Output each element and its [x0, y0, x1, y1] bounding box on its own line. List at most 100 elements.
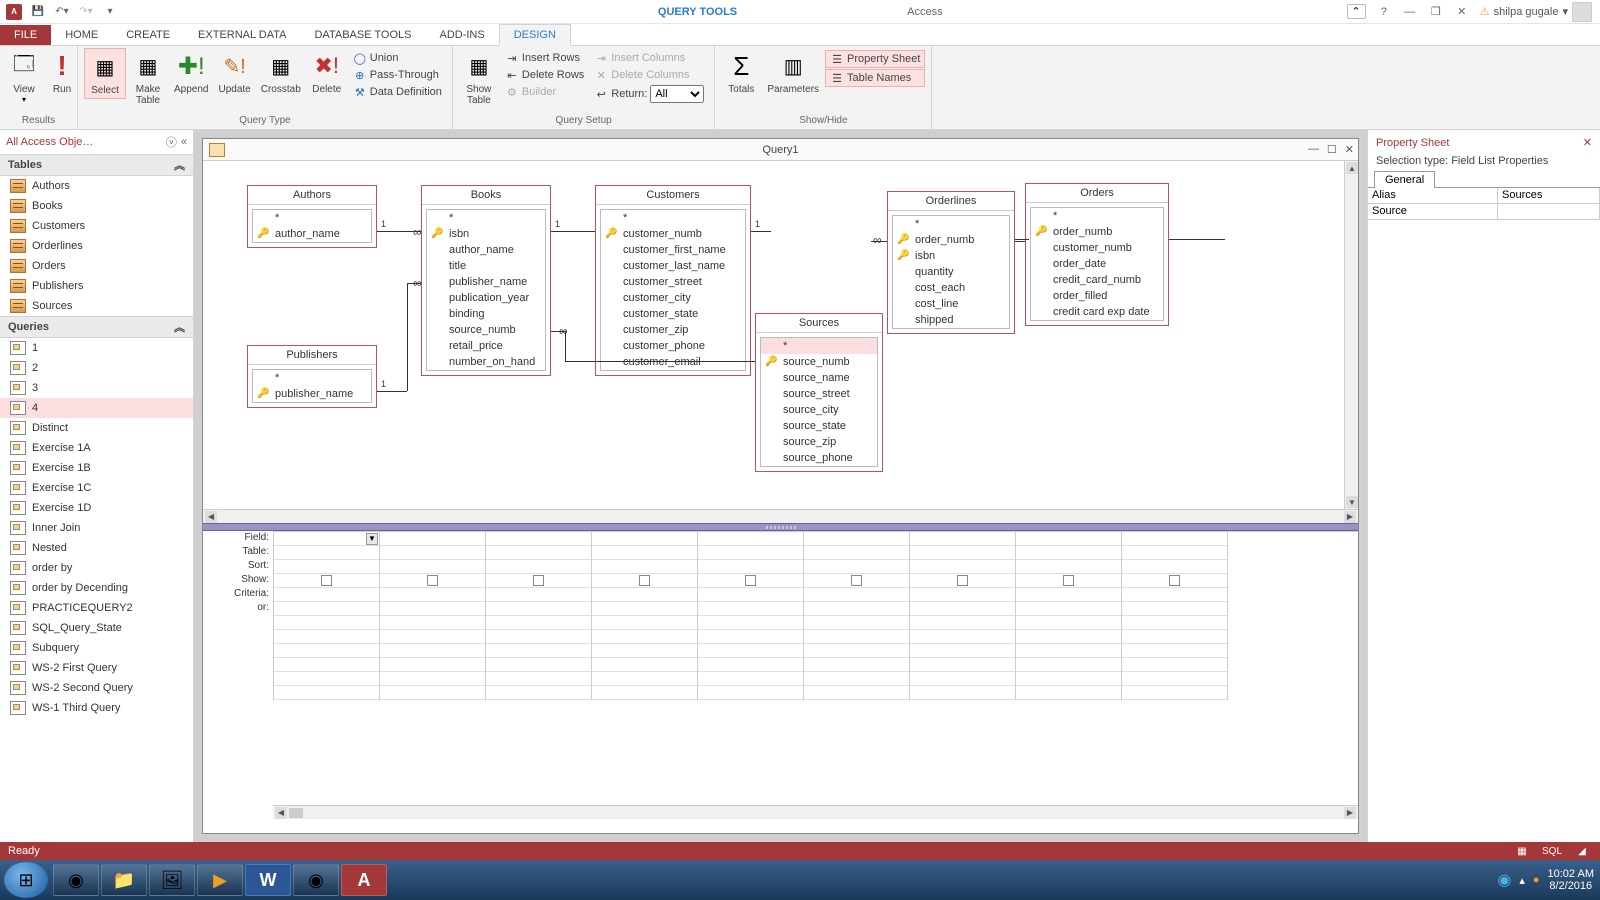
field-sourcename[interactable]: source_name [761, 370, 877, 386]
taskbar-chrome[interactable]: ◉ [293, 864, 339, 896]
show-checkbox[interactable] [1063, 575, 1074, 586]
table-publishers[interactable]: Publishers*🔑publisher_name [247, 345, 377, 408]
field-customerlastname[interactable]: customer_last_name [601, 258, 745, 274]
insert-cols-button[interactable]: ⇥Insert Columns [590, 50, 708, 66]
grid-cell[interactable] [1016, 602, 1121, 616]
tray-expand-icon[interactable]: ▴ [1519, 874, 1525, 887]
grid-cell[interactable] [1016, 658, 1121, 672]
grid-cell[interactable] [274, 616, 379, 630]
grid-cell[interactable] [910, 532, 1015, 546]
grid-cell[interactable] [1016, 644, 1121, 658]
field-publicationyear[interactable]: publication_year [427, 290, 545, 306]
field-dropdown-icon[interactable]: ▼ [366, 533, 378, 545]
table-sources[interactable]: Sources*🔑source_numbsource_namesource_st… [755, 313, 883, 472]
tab-file[interactable]: FILE [0, 25, 51, 45]
grid-cell[interactable] [804, 630, 909, 644]
return-select[interactable]: All [650, 85, 704, 103]
grid-cell[interactable] [1122, 532, 1227, 546]
grid-cell[interactable] [698, 686, 803, 700]
grid-cell[interactable] [698, 532, 803, 546]
taskbar-explorer[interactable]: 📁 [101, 864, 147, 896]
grid-cell[interactable] [1122, 686, 1227, 700]
grid-cell[interactable] [804, 574, 909, 588]
user-account[interactable]: ⚠shilpa gugale ▾ [1480, 2, 1592, 22]
nav-table-sources[interactable]: Sources [0, 296, 193, 316]
nav-query-item[interactable]: 4 [0, 398, 193, 418]
nav-query-item[interactable]: WS-2 Second Query [0, 678, 193, 698]
union-button[interactable]: ◯Union [349, 50, 446, 66]
grid-cell[interactable] [698, 588, 803, 602]
grid-cell[interactable] [274, 630, 379, 644]
doc-maximize-icon[interactable]: ☐ [1327, 143, 1337, 156]
grid-cell[interactable] [380, 686, 485, 700]
tray-icon-2[interactable]: ● [1533, 874, 1540, 886]
nav-query-item[interactable]: order by Decending [0, 578, 193, 598]
grid-cell[interactable] [1016, 686, 1121, 700]
grid-cell[interactable] [1122, 602, 1227, 616]
grid-cell[interactable] [1122, 588, 1227, 602]
grid-cell[interactable] [910, 546, 1015, 560]
nav-query-item[interactable]: 3 [0, 378, 193, 398]
select-button[interactable]: ▦Select [84, 48, 126, 99]
grid-cell[interactable] [592, 560, 697, 574]
nav-section-tables[interactable]: Tables︽ [0, 154, 193, 176]
grid-cell[interactable] [1122, 616, 1227, 630]
grid-cell[interactable] [698, 630, 803, 644]
undo-icon[interactable]: ↶▾ [54, 4, 70, 20]
field-customeremail[interactable]: customer_email [601, 354, 745, 370]
pane-splitter[interactable] [203, 523, 1358, 531]
field-sourcezip[interactable]: source_zip [761, 434, 877, 450]
grid-cell[interactable] [592, 658, 697, 672]
grid-cell[interactable] [698, 616, 803, 630]
field-authorname[interactable]: author_name [427, 242, 545, 258]
table-names-button[interactable]: ☰Table Names [825, 69, 925, 87]
totals-button[interactable]: ΣTotals [721, 48, 761, 97]
diagram-vscroll[interactable]: ▲▼ [1344, 161, 1358, 509]
field-sourcenumb[interactable]: source_numb [427, 322, 545, 338]
view-sql-icon[interactable]: SQL [1542, 844, 1562, 858]
grid-cell[interactable] [804, 602, 909, 616]
grid-cell[interactable] [910, 686, 1015, 700]
grid-cell[interactable] [592, 644, 697, 658]
grid-cell[interactable] [1016, 588, 1121, 602]
nav-query-item[interactable]: Distinct [0, 418, 193, 438]
tab-addins[interactable]: ADD-INS [425, 25, 498, 45]
field-sourcenumb[interactable]: 🔑source_numb [761, 354, 877, 370]
grid-cell[interactable] [1016, 616, 1121, 630]
grid-cell[interactable] [486, 630, 591, 644]
field-ordernumb[interactable]: 🔑order_numb [1031, 224, 1163, 240]
grid-cell[interactable] [486, 686, 591, 700]
field-creditcardnumb[interactable]: credit_card_numb [1031, 272, 1163, 288]
grid-cell[interactable] [592, 630, 697, 644]
nav-query-item[interactable]: SQL_Query_State [0, 618, 193, 638]
field-numberonhand[interactable]: number_on_hand [427, 354, 545, 370]
builder-button[interactable]: ⚙Builder [501, 84, 588, 100]
grid-cell[interactable] [910, 630, 1015, 644]
grid-cell[interactable] [804, 532, 909, 546]
grid-column[interactable] [592, 532, 698, 700]
grid-cell[interactable] [592, 588, 697, 602]
grid-hscroll[interactable]: ◀▶ [273, 805, 1358, 819]
grid-cell[interactable] [274, 602, 379, 616]
grid-cell[interactable] [1122, 546, 1227, 560]
nav-table-publishers[interactable]: Publishers [0, 276, 193, 296]
minimize-icon[interactable]: — [1402, 4, 1418, 20]
passthrough-button[interactable]: ⊕Pass-Through [349, 67, 446, 83]
nav-query-item[interactable]: Inner Join [0, 518, 193, 538]
grid-cell[interactable] [486, 546, 591, 560]
show-checkbox[interactable] [851, 575, 862, 586]
grid-cell[interactable] [486, 532, 591, 546]
field-[interactable]: * [601, 210, 745, 226]
field-customerzip[interactable]: customer_zip [601, 322, 745, 338]
update-button[interactable]: ✎!Update [214, 48, 254, 97]
field-retailprice[interactable]: retail_price [427, 338, 545, 354]
grid-cell[interactable] [1016, 630, 1121, 644]
show-checkbox[interactable] [745, 575, 756, 586]
field-customerphone[interactable]: customer_phone [601, 338, 745, 354]
grid-column[interactable] [698, 532, 804, 700]
grid-cell[interactable] [804, 672, 909, 686]
delete-button[interactable]: ✖!Delete [307, 48, 347, 97]
grid-cell[interactable] [1122, 630, 1227, 644]
field-title[interactable]: title [427, 258, 545, 274]
append-button[interactable]: ✚!Append [170, 48, 212, 97]
